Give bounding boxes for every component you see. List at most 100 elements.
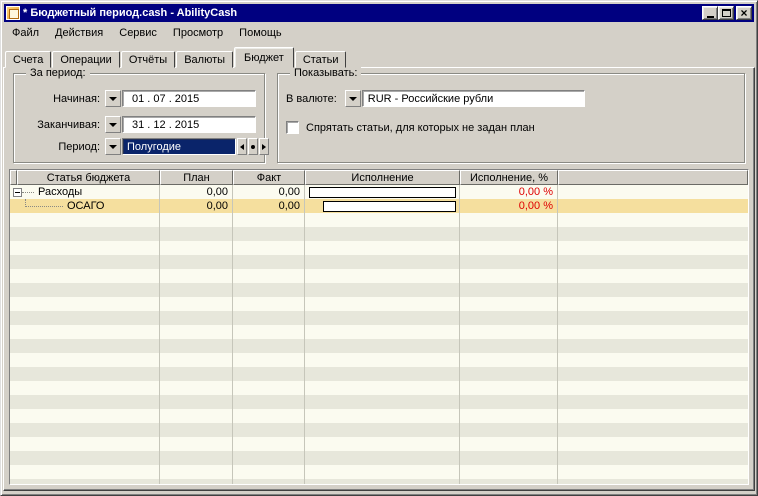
minus-expander-icon bbox=[15, 192, 20, 193]
end-date-dropdown-button[interactable] bbox=[105, 116, 121, 133]
start-date-row: Начиная: 01 . 07 . 2015 bbox=[17, 90, 256, 107]
period-dropdown-button[interactable] bbox=[105, 138, 121, 155]
tree-line bbox=[22, 192, 34, 193]
minimize-button[interactable] bbox=[702, 6, 718, 20]
execution-cell bbox=[305, 199, 460, 213]
column-header-fact[interactable]: Факт bbox=[233, 170, 305, 185]
show-groupbox-legend: Показывать: bbox=[290, 67, 361, 79]
arrow-right-icon bbox=[262, 144, 266, 150]
column-header-execution[interactable]: Исполнение bbox=[305, 170, 460, 185]
row-filler bbox=[558, 185, 748, 199]
table-row[interactable]: ОСАГО 0,00 0,00 0,00 % bbox=[10, 199, 748, 213]
menu-item-file[interactable]: Файл bbox=[4, 25, 47, 41]
column-header-article[interactable]: Статья бюджета bbox=[17, 170, 160, 185]
table-row[interactable]: Расходы 0,00 0,00 0,00 % bbox=[10, 185, 748, 199]
start-date-field[interactable]: 01 . 07 . 2015 bbox=[122, 90, 256, 107]
tree-cell: ОСАГО bbox=[10, 199, 160, 213]
dot-icon bbox=[251, 145, 255, 149]
end-date-field[interactable]: 31 . 12 . 2015 bbox=[122, 116, 256, 133]
hide-articles-row: Спрятать статьи, для которых не задан пл… bbox=[286, 119, 535, 136]
column-header-filler bbox=[558, 170, 748, 185]
app-icon[interactable] bbox=[6, 6, 20, 20]
period-groupbox-legend: За период: bbox=[26, 67, 90, 79]
empty-row bbox=[10, 409, 748, 423]
currency-row: В валюте: RUR - Российские рубли bbox=[286, 90, 585, 107]
execution-percent: 0,00 % bbox=[460, 199, 558, 213]
period-field[interactable]: Полугодие bbox=[122, 138, 236, 155]
empty-row bbox=[10, 255, 748, 269]
chevron-down-icon bbox=[109, 97, 117, 101]
article-name: Расходы bbox=[34, 186, 82, 198]
chevron-down-icon bbox=[109, 123, 117, 127]
chevron-down-icon bbox=[349, 97, 357, 101]
fact-value: 0,00 bbox=[233, 185, 305, 199]
fact-value: 0,00 bbox=[233, 199, 305, 213]
empty-row bbox=[10, 241, 748, 255]
column-header-execution-pct[interactable]: Исполнение, % bbox=[460, 170, 558, 185]
empty-row bbox=[10, 381, 748, 395]
menu-item-view[interactable]: Просмотр bbox=[165, 25, 231, 41]
tab-articles[interactable]: Статьи bbox=[295, 51, 347, 68]
start-date-dropdown-button[interactable] bbox=[105, 90, 121, 107]
hide-articles-label: Спрятать статьи, для которых не задан пл… bbox=[299, 122, 535, 134]
menu-item-actions[interactable]: Действия bbox=[47, 25, 111, 41]
currency-field[interactable]: RUR - Российские рубли bbox=[362, 90, 585, 107]
currency-dropdown-button[interactable] bbox=[345, 90, 361, 107]
execution-cell bbox=[305, 185, 460, 199]
show-groupbox: Показывать: В валюте: RUR - Российские р… bbox=[277, 73, 745, 163]
plan-value: 0,00 bbox=[160, 185, 233, 199]
empty-row bbox=[10, 479, 748, 485]
empty-row bbox=[10, 213, 748, 227]
period-current-button[interactable] bbox=[248, 138, 258, 155]
article-name: ОСАГО bbox=[63, 200, 105, 212]
empty-row bbox=[10, 367, 748, 381]
column-header-blank[interactable] bbox=[10, 170, 17, 185]
window-controls: × bbox=[702, 6, 752, 20]
tree-line bbox=[25, 199, 63, 207]
titlebar: * Бюджетный период.cash - AbilityCash × bbox=[4, 4, 754, 22]
period-next-button[interactable] bbox=[259, 138, 269, 155]
tab-budget[interactable]: Бюджет bbox=[234, 47, 294, 68]
row-filler bbox=[558, 199, 748, 213]
empty-row bbox=[10, 339, 748, 353]
app-window: * Бюджетный период.cash - AbilityCash × … bbox=[0, 0, 758, 496]
period-prev-button[interactable] bbox=[237, 138, 247, 155]
empty-row bbox=[10, 395, 748, 409]
window-title: * Бюджетный период.cash - AbilityCash bbox=[23, 7, 237, 19]
progress-bar bbox=[309, 187, 456, 198]
empty-row bbox=[10, 423, 748, 437]
empty-row bbox=[10, 451, 748, 465]
start-date-label: Начиная: bbox=[17, 93, 105, 105]
progress-bar bbox=[323, 201, 456, 212]
empty-row bbox=[10, 353, 748, 367]
column-header-plan[interactable]: План bbox=[160, 170, 233, 185]
empty-row bbox=[10, 227, 748, 241]
table-body bbox=[10, 213, 748, 485]
tree-expander[interactable] bbox=[13, 188, 22, 197]
menu-item-service[interactable]: Сервис bbox=[111, 25, 165, 41]
hide-articles-checkbox[interactable] bbox=[286, 121, 299, 134]
end-date-label: Заканчивая: bbox=[17, 119, 105, 131]
tab-reports[interactable]: Отчёты bbox=[121, 51, 175, 68]
maximize-button[interactable] bbox=[718, 6, 734, 20]
empty-row bbox=[10, 325, 748, 339]
close-icon: × bbox=[740, 8, 747, 18]
tab-accounts[interactable]: Счета bbox=[5, 51, 51, 68]
close-button[interactable]: × bbox=[736, 6, 752, 20]
currency-label: В валюте: bbox=[286, 93, 345, 105]
menu-item-help[interactable]: Помощь bbox=[231, 25, 290, 41]
empty-row bbox=[10, 437, 748, 451]
tab-currencies[interactable]: Валюты bbox=[176, 51, 233, 68]
tree-cell: Расходы bbox=[10, 185, 160, 199]
tab-operations[interactable]: Операции bbox=[52, 51, 119, 68]
empty-row bbox=[10, 269, 748, 283]
budget-table: Статья бюджета План Факт Исполнение Испо… bbox=[9, 169, 749, 485]
chevron-down-icon bbox=[109, 145, 117, 149]
empty-row bbox=[10, 297, 748, 311]
maximize-icon bbox=[722, 9, 731, 17]
table-header: Статья бюджета План Факт Исполнение Испо… bbox=[10, 170, 748, 185]
empty-row bbox=[10, 465, 748, 479]
empty-row bbox=[10, 283, 748, 297]
tab-bar: Счета Операции Отчёты Валюты Бюджет Стат… bbox=[5, 47, 347, 68]
empty-row bbox=[10, 311, 748, 325]
